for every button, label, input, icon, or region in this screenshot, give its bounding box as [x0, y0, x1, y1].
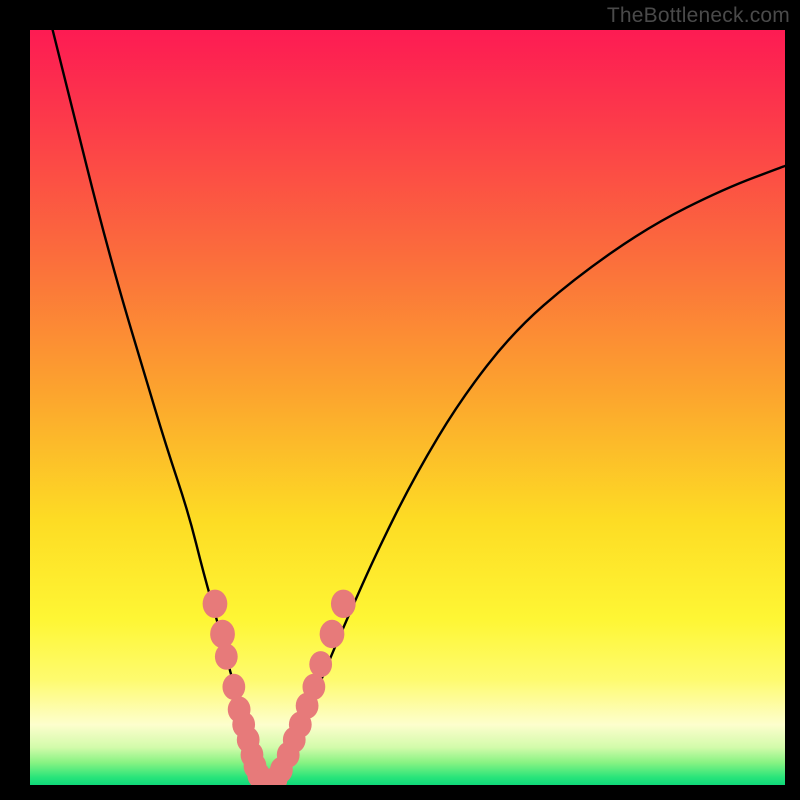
series-left-branch	[53, 30, 264, 785]
data-marker	[222, 674, 245, 700]
chart-svg	[30, 30, 785, 785]
data-marker	[320, 620, 345, 648]
data-marker	[309, 651, 332, 677]
marker-layer	[203, 590, 356, 785]
watermark-text: TheBottleneck.com	[607, 4, 790, 28]
series-right-branch	[264, 166, 785, 785]
curve-layer	[53, 30, 785, 785]
data-marker	[303, 674, 326, 700]
data-marker	[203, 590, 228, 618]
plot-area	[30, 30, 785, 785]
chart-frame: TheBottleneck.com	[0, 0, 800, 800]
data-marker	[210, 620, 235, 648]
data-marker	[331, 590, 356, 618]
data-marker	[215, 644, 238, 670]
